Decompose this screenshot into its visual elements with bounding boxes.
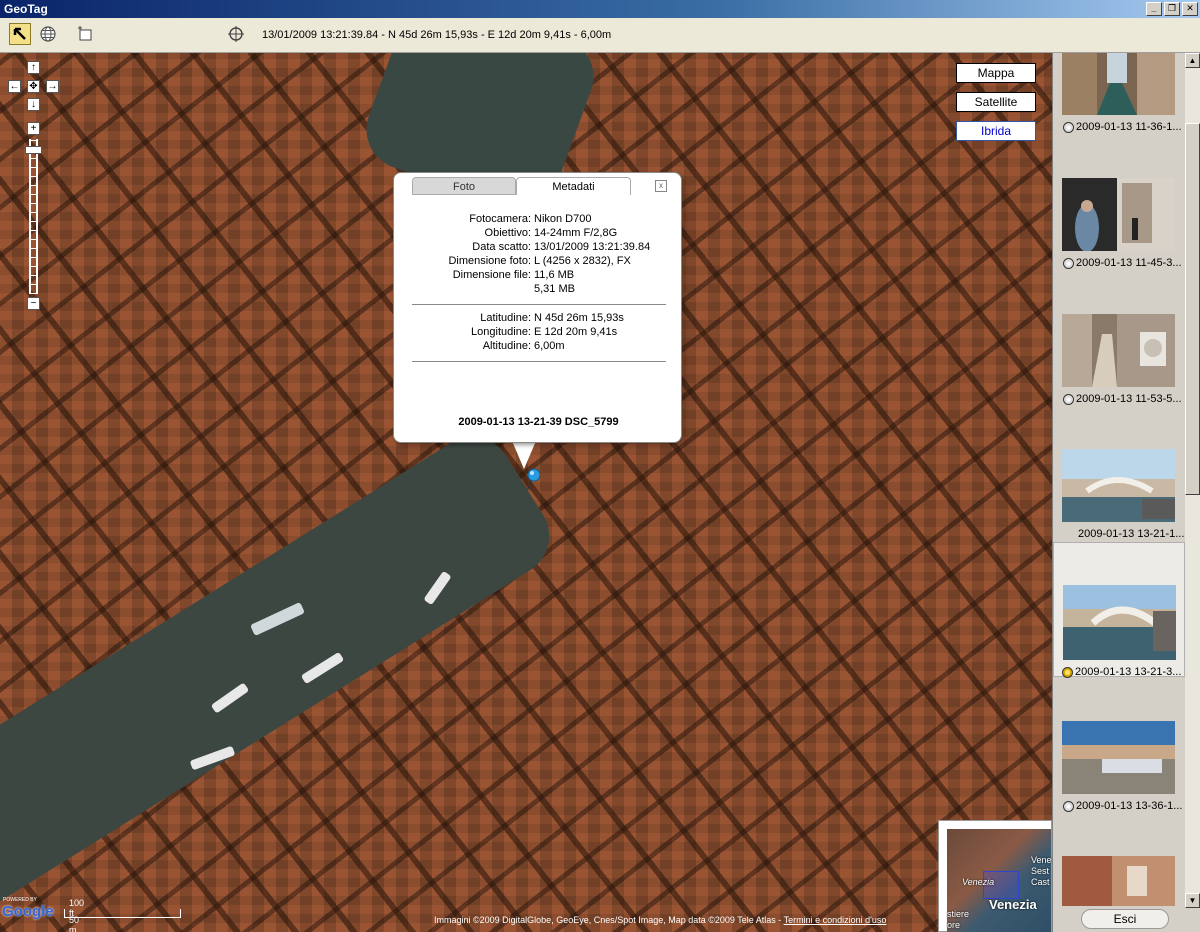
photo-thumbnail xyxy=(1062,856,1175,906)
close-button[interactable]: ✕ xyxy=(1182,2,1198,16)
infowindow-tabs: Foto Metadati xyxy=(412,177,662,195)
select-area-button[interactable] xyxy=(74,23,96,45)
pan-right-button[interactable]: → xyxy=(46,80,59,93)
map-type-mappa[interactable]: Mappa xyxy=(956,63,1036,83)
thumbnail-item[interactable]: 2009-01-13 11-53-5... xyxy=(1053,314,1185,448)
thumbnail-item[interactable] xyxy=(1053,856,1185,906)
overview-label-italic: Venezia xyxy=(962,877,995,887)
scrollbar-thumb[interactable] xyxy=(1185,123,1200,495)
thumbnail-caption: 2009-01-13 13-21-1... xyxy=(1078,528,1185,540)
pan-down-button[interactable]: ↓ xyxy=(27,98,40,111)
thumbnail-caption: 2009-01-13 11-45-3... xyxy=(1063,257,1182,269)
infowindow-close-button[interactable]: x xyxy=(655,180,667,192)
overview-map-image: Venezia Venezia Vene Sest Cast stiere or… xyxy=(947,829,1052,932)
center-map-button[interactable] xyxy=(225,23,247,45)
minimize-button[interactable]: _ xyxy=(1146,2,1162,16)
crosshair-icon xyxy=(228,26,244,42)
thumbnail-caption: 2009-01-13 11-36-1... xyxy=(1063,121,1182,133)
meta-row: Latitudine: N 45d 26m 15,93s xyxy=(480,312,624,324)
zoom-slider-track[interactable] xyxy=(29,139,38,294)
terms-link[interactable]: Termini e condizioni d'uso xyxy=(784,915,887,925)
meta-row: Dimensione file: 11,6 MB xyxy=(452,269,575,281)
overview-label-partial: Sest xyxy=(1031,866,1050,876)
google-logo: Google xyxy=(2,903,54,920)
meta-row: Obiettivo: 14-24mm F/2,8G xyxy=(484,227,618,239)
window-controls: _ ❐ ✕ xyxy=(1146,2,1198,16)
globe-icon xyxy=(1063,257,1074,269)
photo-infowindow: Foto Metadati x Fotocamera: Nikon D700 Ob… xyxy=(393,172,682,443)
meta-row: Fotocamera: Nikon D700 xyxy=(469,213,592,225)
overview-city-label: Venezia xyxy=(989,897,1037,912)
scale-m-label: 50 m xyxy=(69,915,80,932)
scroll-down-arrow-icon[interactable]: ▼ xyxy=(1185,893,1200,908)
geotag-tool-button[interactable] xyxy=(37,23,59,45)
meta-row: 5,31 MB xyxy=(534,283,575,295)
thumbnail-caption: 2009-01-13 13-36-1... xyxy=(1063,800,1182,812)
scroll-up-arrow-icon[interactable]: ▲ xyxy=(1185,53,1200,68)
thumbnail-caption: 2009-01-13 11-53-5... xyxy=(1063,393,1182,405)
window-title: GeoTag xyxy=(4,2,48,16)
coordinates-readout: 13/01/2009 13:21:39.84 - N 45d 26m 15,93… xyxy=(262,29,612,41)
meta-row: Data scatto: 13/01/2009 13:21:39.84 xyxy=(472,241,651,253)
overview-label-partial: Vene xyxy=(1031,855,1052,865)
globe-icon xyxy=(1063,393,1074,405)
zoom-slider-handle[interactable] xyxy=(25,146,42,154)
overview-label-partial: stiere xyxy=(947,909,970,919)
separator xyxy=(412,361,666,362)
map-pin-icon[interactable] xyxy=(524,467,540,491)
thumbnail-scrollbar[interactable]: ▲ ▼ xyxy=(1185,53,1200,908)
thumbnail-item[interactable]: 2009-01-13 11-45-3... xyxy=(1053,178,1185,312)
tab-metadati[interactable]: Metadati xyxy=(516,177,631,195)
toolbar: 13/01/2009 13:21:39.84 - N 45d 26m 15,93… xyxy=(0,18,1200,53)
exit-button[interactable]: Esci xyxy=(1081,909,1169,929)
arrow-pointer-icon xyxy=(13,27,26,40)
grand-canal xyxy=(0,421,565,932)
meta-row: Altitudine: 6,00m xyxy=(482,340,565,352)
pan-left-button[interactable]: ← xyxy=(8,80,21,93)
crop-icon xyxy=(78,26,92,41)
separator xyxy=(412,304,666,305)
globe-icon xyxy=(40,26,56,42)
photo-thumbnail xyxy=(1063,585,1176,660)
zoom-out-button[interactable]: − xyxy=(27,297,40,310)
overview-label-partial: ore xyxy=(947,920,961,930)
photo-thumbnail xyxy=(1062,53,1175,115)
overview-label-partial: Cast xyxy=(1031,877,1050,887)
infowindow-tail xyxy=(512,441,536,469)
photo-thumbnail xyxy=(1062,449,1175,522)
map-attribution: Immagini ©2009 DigitalGlobe, GeoEye, Cne… xyxy=(434,915,887,925)
map-type-satellite[interactable]: Satellite xyxy=(956,92,1036,112)
meta-row: Dimensione foto: L (4256 x 2832), FX xyxy=(448,255,631,267)
select-tool-button[interactable] xyxy=(9,23,31,45)
scale-bar xyxy=(64,909,181,918)
photo-thumbnail xyxy=(1062,721,1175,794)
photo-thumbnail xyxy=(1062,314,1175,387)
thumbnail-item-selected[interactable]: 2009-01-13 13-21-3... xyxy=(1053,542,1185,678)
maximize-button[interactable]: ❐ xyxy=(1164,2,1180,16)
pan-center-button[interactable]: ✥ xyxy=(27,80,40,93)
meta-row: Longitudine: E 12d 20m 9,41s xyxy=(471,326,618,338)
globe-icon xyxy=(1062,666,1073,678)
thumbnail-item[interactable]: 2009-01-13 11-36-1... xyxy=(1053,53,1185,187)
overview-map[interactable]: Venezia Venezia Vene Sest Cast stiere or… xyxy=(938,820,1052,932)
thumbnail-item[interactable]: 2009-01-13 13-36-1... xyxy=(1053,721,1185,855)
zoom-in-button[interactable]: + xyxy=(27,122,40,135)
pan-up-button[interactable]: ↑ xyxy=(27,61,40,74)
title-bar: GeoTag _ ❐ ✕ xyxy=(0,0,1200,18)
powered-by-label: POWERED BY xyxy=(3,897,37,903)
photo-thumbnail xyxy=(1062,178,1175,251)
tab-foto[interactable]: Foto xyxy=(412,177,516,195)
photo-name: 2009-01-13 13-21-39 DSC_5799 xyxy=(458,416,619,428)
thumbnail-caption: 2009-01-13 13-21-3... xyxy=(1062,666,1181,678)
map-type-ibrida[interactable]: Ibrida xyxy=(956,121,1036,141)
globe-icon xyxy=(1063,800,1074,812)
thumbnail-panel: 2009-01-13 11-36-1... 2009-01-13 11-45-3… xyxy=(1052,53,1200,932)
globe-icon xyxy=(1063,121,1074,133)
